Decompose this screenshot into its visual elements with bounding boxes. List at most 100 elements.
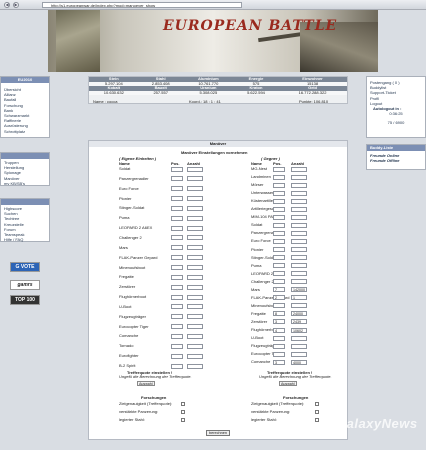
enemy-unit-pos[interactable] (273, 238, 285, 244)
own-unit-count[interactable] (187, 294, 203, 300)
enemy-unit-count[interactable] (291, 303, 307, 309)
enemy-unit-count[interactable]: 10602 (291, 327, 307, 333)
own-unit-pos[interactable] (171, 294, 183, 300)
enemy-unit-pos[interactable] (273, 335, 285, 341)
own-unit-count[interactable] (187, 196, 203, 202)
enemy-unit-pos[interactable]: 7 (273, 287, 285, 293)
enemy-unit-pos[interactable] (273, 343, 285, 349)
enemy-unit-pos[interactable]: 2 (273, 295, 285, 301)
enemy-unit-pos[interactable] (273, 303, 285, 309)
enemy-unit-count[interactable] (291, 351, 307, 357)
own-unit-pos[interactable] (171, 166, 183, 172)
menu-link[interactable]: Schrottplatz (1, 129, 49, 134)
enemy-unit-count[interactable] (291, 230, 307, 236)
enemy-research-checkbox[interactable] (315, 418, 319, 422)
menu-link[interactable]: mv KB/SB's (1, 181, 49, 186)
enemy-unit-count[interactable] (291, 182, 307, 188)
enemy-unit-count[interactable] (291, 255, 307, 261)
own-unit-count[interactable] (187, 245, 203, 251)
own-unit-pos[interactable] (171, 225, 183, 231)
enemy-unit-count[interactable] (291, 279, 307, 285)
enemy-unit-pos[interactable] (273, 247, 285, 252)
own-unit-count[interactable] (187, 265, 203, 270)
enemy-unit-count[interactable] (291, 214, 307, 220)
own-unit-count[interactable] (187, 166, 203, 172)
own-unit-count[interactable] (187, 363, 203, 369)
enemy-unit-count[interactable] (291, 343, 307, 349)
own-unit-count[interactable] (187, 274, 203, 280)
enemy-unit-count[interactable]: 4000 (291, 359, 307, 365)
back-button[interactable]: ◀ (4, 2, 10, 8)
own-unit-pos[interactable] (171, 205, 183, 211)
enemy-unit-count[interactable] (291, 335, 307, 341)
own-unit-count[interactable] (187, 176, 203, 182)
own-unit-count[interactable] (187, 205, 203, 211)
enemy-unit-pos[interactable] (273, 190, 285, 196)
enemy-unit-pos[interactable] (273, 263, 285, 269)
own-unit-pos[interactable] (171, 196, 183, 202)
own-unit-count[interactable] (187, 343, 203, 349)
enemy-unit-count[interactable]: 24000 (291, 311, 307, 317)
own-research-checkbox[interactable] (181, 418, 185, 422)
enemy-unit-pos[interactable] (273, 166, 285, 172)
enemy-research-checkbox[interactable] (315, 410, 319, 414)
menu-link[interactable]: Hilfe / FAQ (1, 237, 49, 242)
enemy-quote-select[interactable]: Auswahl (279, 381, 297, 386)
gamrs-banner[interactable]: gamrs (10, 280, 40, 290)
own-unit-pos[interactable] (171, 343, 183, 349)
enemy-unit-pos[interactable] (273, 206, 285, 212)
own-unit-count[interactable] (187, 225, 203, 231)
own-unit-pos[interactable] (171, 186, 183, 192)
own-unit-count[interactable] (187, 255, 203, 261)
own-unit-count[interactable] (187, 353, 203, 359)
address-bar[interactable]: http://s1.europeanwar.de/index.php?mod=m… (42, 2, 242, 8)
enemy-unit-pos[interactable] (273, 174, 285, 180)
own-unit-pos[interactable] (171, 324, 183, 330)
enemy-unit-pos[interactable]: 3 (273, 319, 285, 325)
own-unit-pos[interactable] (171, 274, 183, 280)
enemy-unit-count[interactable] (291, 247, 307, 252)
own-unit-count[interactable] (187, 324, 203, 330)
vote-banner[interactable]: G VOTE (10, 262, 40, 272)
own-research-checkbox[interactable] (181, 410, 185, 414)
enemy-unit-pos[interactable]: 8 (273, 311, 285, 317)
enemy-unit-count[interactable] (291, 271, 307, 277)
enemy-unit-count[interactable] (291, 166, 307, 172)
enemy-unit-pos[interactable] (273, 271, 285, 277)
own-unit-count[interactable] (187, 215, 203, 221)
forward-button[interactable]: ▶ (13, 2, 19, 8)
own-unit-pos[interactable] (171, 363, 183, 369)
own-unit-pos[interactable] (171, 265, 183, 270)
own-unit-pos[interactable] (171, 215, 183, 221)
own-unit-count[interactable] (187, 333, 203, 339)
enemy-research-checkbox[interactable] (315, 402, 319, 406)
own-unit-pos[interactable] (171, 255, 183, 261)
enemy-unit-count[interactable]: 2439 (291, 319, 307, 325)
own-unit-pos[interactable] (171, 176, 183, 182)
own-unit-pos[interactable] (171, 304, 183, 310)
enemy-unit-count[interactable] (291, 238, 307, 244)
enemy-unit-pos[interactable]: 3 (273, 359, 285, 365)
enemy-unit-pos[interactable] (273, 255, 285, 261)
enemy-unit-pos[interactable] (273, 230, 285, 236)
own-quote-select[interactable]: Auswahl (137, 381, 155, 386)
enemy-unit-pos[interactable] (273, 222, 285, 228)
enemy-unit-count[interactable] (291, 198, 307, 204)
enemy-unit-count[interactable] (291, 222, 307, 228)
enemy-unit-count[interactable] (291, 206, 307, 212)
enemy-unit-count[interactable]: 1 (291, 295, 307, 301)
enemy-unit-pos[interactable] (273, 279, 285, 285)
own-unit-count[interactable] (187, 314, 203, 320)
enemy-unit-count[interactable] (291, 174, 307, 180)
calculate-button[interactable]: berechnen (206, 430, 230, 436)
enemy-unit-pos[interactable] (273, 182, 285, 188)
own-unit-pos[interactable] (171, 284, 183, 290)
enemy-unit-count[interactable] (291, 190, 307, 196)
own-unit-count[interactable] (187, 304, 203, 310)
own-unit-pos[interactable] (171, 245, 183, 251)
own-unit-pos[interactable] (171, 333, 183, 339)
buddy-offline[interactable]: Freunde Offline (367, 158, 425, 163)
own-unit-pos[interactable] (171, 235, 183, 241)
enemy-unit-count[interactable]: 142000 (291, 287, 307, 293)
enemy-unit-pos[interactable] (273, 198, 285, 204)
